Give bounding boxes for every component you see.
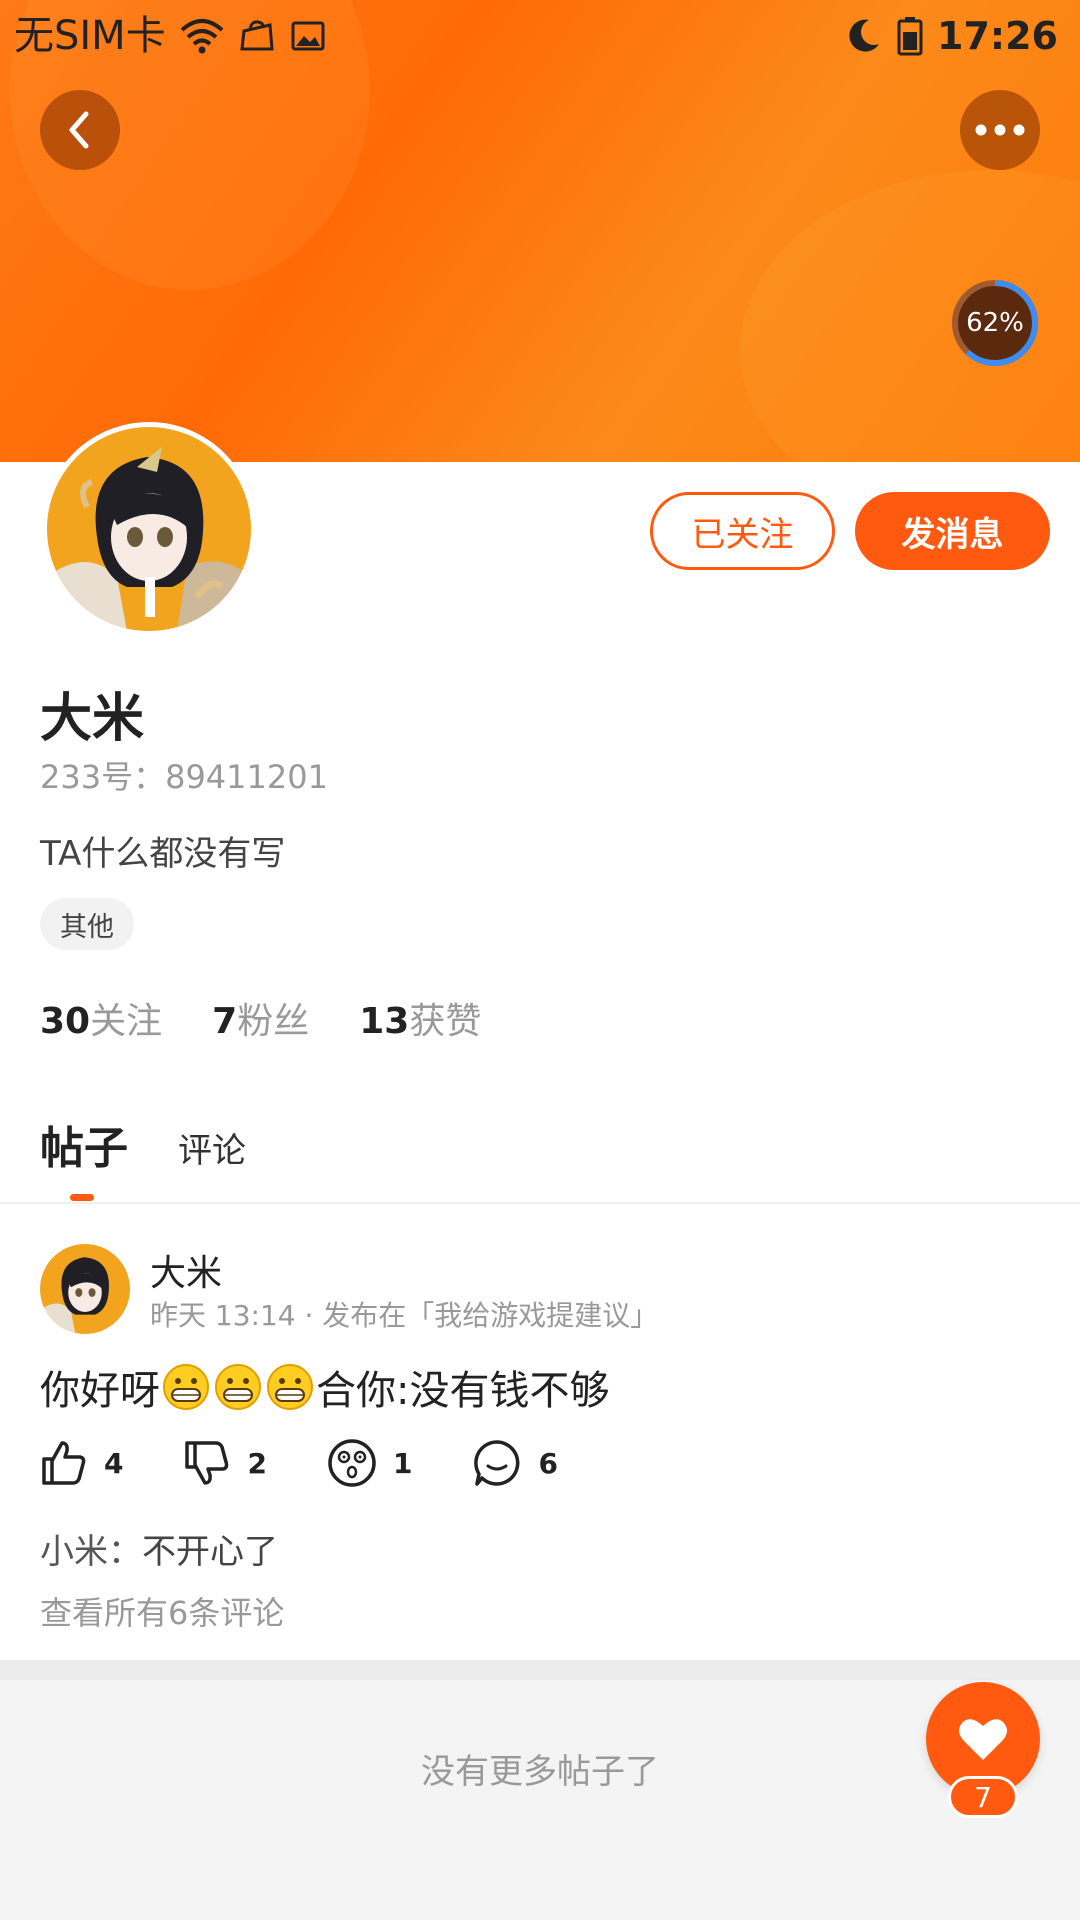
- thumbs-down-icon: [185, 1441, 229, 1485]
- dislike-button[interactable]: 2: [183, 1439, 267, 1487]
- profile-uid: 233号：89411201: [40, 758, 328, 796]
- followed-button[interactable]: 已关注: [650, 492, 835, 570]
- stat-label: 关注: [90, 1001, 163, 1042]
- stat-number: 13: [359, 1001, 410, 1042]
- heart-icon: [959, 1719, 1007, 1760]
- profile-header-banner: 无SIM卡 17:26 62%: [0, 0, 1080, 462]
- content-tabs: 帖子 评论: [40, 1112, 246, 1176]
- anime-avatar-image: [47, 427, 251, 631]
- reaction-button[interactable]: 1: [327, 1438, 412, 1488]
- image-icon: [291, 21, 325, 51]
- post-author-name[interactable]: 大米: [150, 1244, 222, 1296]
- post-content[interactable]: 你好呀 合你:没有钱不够: [40, 1358, 609, 1416]
- status-bar: 无SIM卡 17:26: [0, 0, 1080, 72]
- profile-bio: TA什么都没有写: [40, 834, 286, 874]
- stat-following[interactable]: 30关注: [40, 992, 162, 1044]
- profile-name: 大米: [40, 689, 145, 749]
- no-more-posts-text: 没有更多帖子了: [421, 1752, 659, 1792]
- dislike-count: 2: [247, 1446, 267, 1480]
- stat-likes[interactable]: 13获赞: [359, 992, 481, 1044]
- post-author-avatar[interactable]: [40, 1244, 130, 1334]
- post-text-prefix: 你好呀: [40, 1368, 160, 1414]
- thumbs-up-icon: [42, 1441, 86, 1485]
- top-comment-user: 小米：: [40, 1532, 142, 1572]
- section-separator: [0, 1660, 1080, 1680]
- stat-number: 7: [212, 1001, 238, 1042]
- comment-button[interactable]: 6: [472, 1438, 558, 1488]
- chevron-left-icon: [69, 111, 89, 149]
- list-footer: [0, 1680, 1080, 1920]
- back-button[interactable]: [40, 90, 120, 170]
- reaction-count: 1: [392, 1446, 413, 1480]
- top-comment-text: 不开心了: [142, 1532, 278, 1572]
- battery-icon: [897, 17, 923, 56]
- fab-count-badge: 7: [948, 1776, 1018, 1818]
- profile-avatar[interactable]: [42, 422, 256, 636]
- anime-avatar-image: [40, 1244, 130, 1334]
- more-options-button[interactable]: [960, 90, 1040, 170]
- comment-bubble-icon: [474, 1440, 520, 1486]
- sim-status: 无SIM卡: [14, 13, 166, 59]
- grin-emoji-icon: [163, 1364, 209, 1410]
- profile-stats: 30关注 7粉丝 13获赞: [40, 992, 481, 1044]
- top-comment[interactable]: 小米：不开心了: [40, 1524, 278, 1573]
- tab-indicator: [70, 1194, 94, 1201]
- grin-emoji-icon: [215, 1364, 261, 1410]
- stat-label: 获赞: [409, 1001, 482, 1042]
- stat-label: 粉丝: [237, 1001, 310, 1042]
- progress-percent: 62%: [966, 308, 1024, 338]
- view-all-comments-link[interactable]: 查看所有6条评论: [40, 1588, 284, 1634]
- wifi-icon: [180, 19, 224, 54]
- tab-posts[interactable]: 帖子: [40, 1112, 128, 1176]
- like-button[interactable]: 4: [40, 1439, 123, 1487]
- clock: 17:26: [937, 14, 1058, 58]
- stat-followers[interactable]: 7粉丝: [212, 992, 309, 1044]
- post-meta: 昨天 13:14 · 发布在「我给游戏提建议」: [150, 1299, 659, 1332]
- divider: [0, 1202, 1080, 1204]
- send-message-button[interactable]: 发消息: [855, 492, 1050, 570]
- post-text-suffix: 合你:没有钱不够: [316, 1368, 610, 1414]
- moon-icon: [849, 19, 880, 52]
- profile-tag[interactable]: 其他: [40, 898, 134, 950]
- bag-icon: [240, 20, 274, 51]
- more-horizontal-icon: [975, 124, 1025, 136]
- dizzy-face-icon: [328, 1439, 376, 1487]
- stat-number: 30: [40, 1001, 91, 1042]
- grin-emoji-icon: [267, 1364, 313, 1410]
- tab-comments[interactable]: 评论: [178, 1123, 246, 1176]
- progress-indicator[interactable]: 62%: [950, 278, 1040, 368]
- like-count: 4: [104, 1446, 124, 1480]
- post-actions: 4 2 1 6: [40, 1438, 618, 1488]
- comment-count: 6: [538, 1446, 558, 1480]
